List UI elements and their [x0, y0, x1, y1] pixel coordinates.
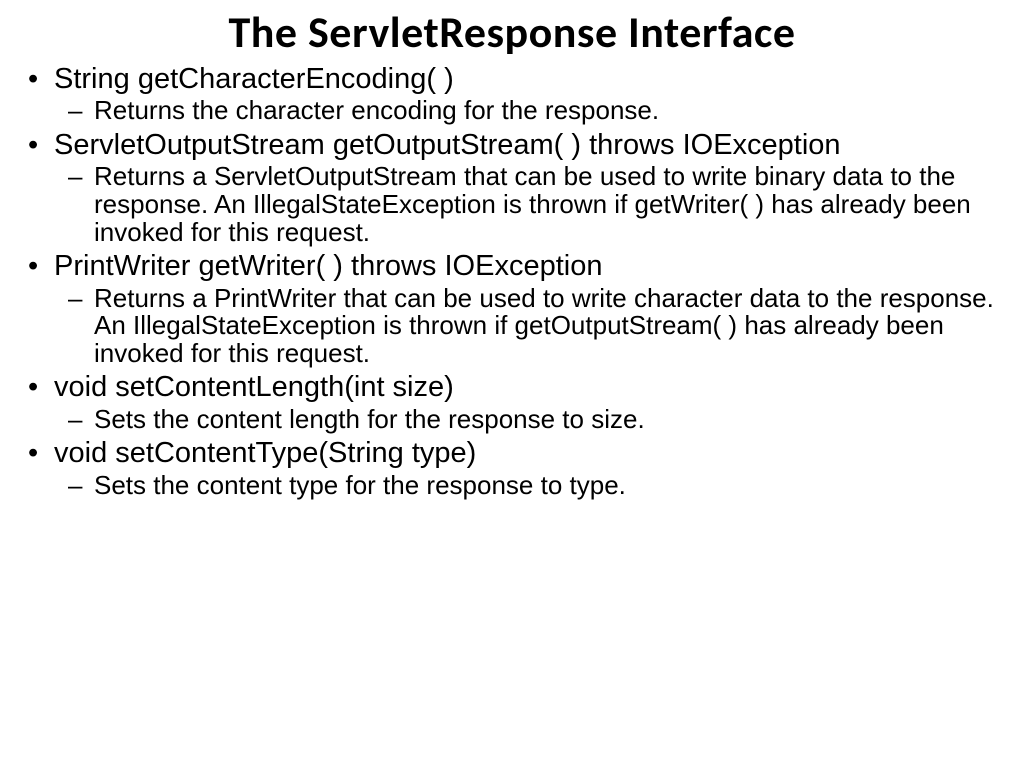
method-description: Returns a PrintWriter that can be used t…: [94, 285, 1004, 368]
method-description: Returns the character encoding for the r…: [94, 97, 1004, 125]
list-item: PrintWriter getWriter( ) throws IOExcept…: [54, 250, 1004, 367]
list-item: ServletOutputStream getOutputStream( ) t…: [54, 129, 1004, 246]
method-signature: PrintWriter getWriter( ) throws IOExcept…: [54, 250, 602, 282]
list-item: void setContentType(String type) Sets th…: [54, 437, 1004, 499]
list-item: String getCharacterEncoding( ) Returns t…: [54, 63, 1004, 125]
method-description: Sets the content type for the response t…: [94, 472, 1004, 500]
sub-list: Sets the content length for the response…: [54, 406, 1004, 434]
method-signature: String getCharacterEncoding( ): [54, 63, 454, 95]
slide: The ServletResponse Interface String get…: [0, 0, 1024, 513]
sub-list: Returns a PrintWriter that can be used t…: [54, 285, 1004, 368]
slide-title: The ServletResponse Interface: [20, 5, 1004, 59]
sub-list: Returns a ServletOutputStream that can b…: [54, 163, 1004, 246]
method-description: Returns a ServletOutputStream that can b…: [94, 163, 1004, 246]
sub-list: Sets the content type for the response t…: [54, 472, 1004, 500]
method-description: Sets the content length for the response…: [94, 406, 1004, 434]
method-list: String getCharacterEncoding( ) Returns t…: [20, 63, 1004, 499]
sub-list: Returns the character encoding for the r…: [54, 97, 1004, 125]
method-signature: ServletOutputStream getOutputStream( ) t…: [54, 129, 841, 161]
list-item: void setContentLength(int size) Sets the…: [54, 371, 1004, 433]
method-signature: void setContentLength(int size): [54, 371, 454, 403]
method-signature: void setContentType(String type): [54, 437, 476, 469]
